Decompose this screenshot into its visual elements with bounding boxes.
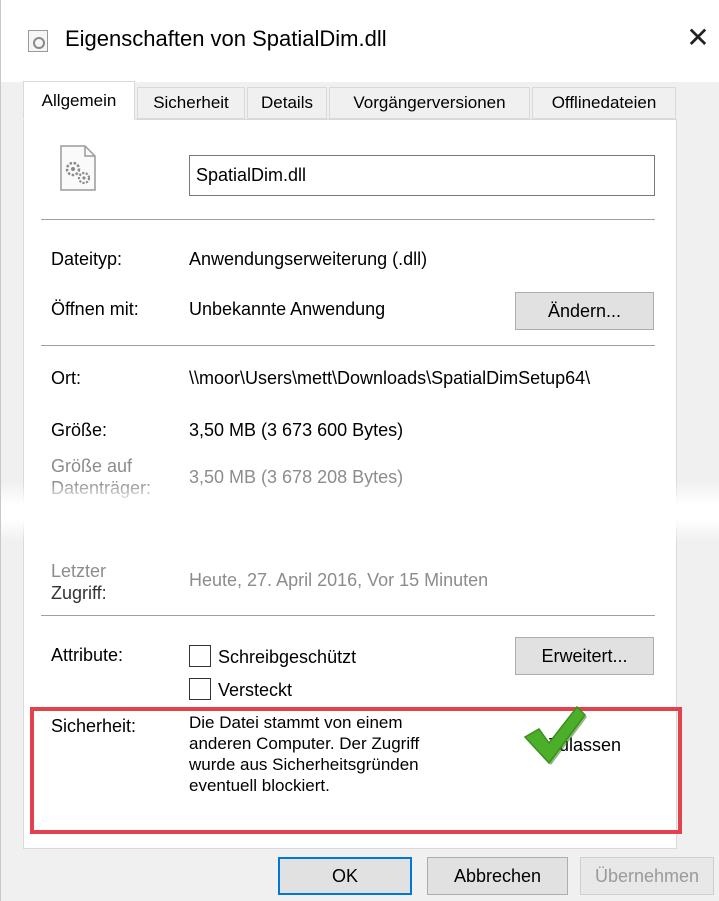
title-bar: Eigenschaften von SpatialDim.dll ✕ <box>1 0 719 82</box>
close-button[interactable]: ✕ <box>683 22 713 54</box>
readonly-label[interactable]: Schreibgeschützt <box>218 647 356 668</box>
accessed-label: Letzter Zugriff: <box>51 561 107 603</box>
ok-button[interactable]: OK <box>278 857 412 895</box>
hidden-checkbox[interactable] <box>189 678 211 700</box>
dll-file-icon <box>60 145 96 191</box>
tab-vorgaengerversionen[interactable]: Vorgängerversionen <box>329 87 530 119</box>
torn-gap <box>1 482 719 542</box>
tab-sicherheit[interactable]: Sicherheit <box>137 87 245 119</box>
filetype-value: Anwendungserweiterung (.dll) <box>189 249 428 269</box>
filename-field[interactable]: SpatialDim.dll <box>189 155 655 196</box>
tab-details[interactable]: Details <box>247 87 327 119</box>
openwith-value: Unbekannte Anwendung <box>189 299 386 319</box>
cancel-button[interactable]: Abbrechen <box>427 857 568 895</box>
hidden-label[interactable]: Versteckt <box>218 680 292 701</box>
security-message: Die Datei stammt von einem anderen Compu… <box>189 713 420 795</box>
readonly-checkbox[interactable] <box>189 645 211 667</box>
properties-dialog: Eigenschaften von SpatialDim.dll ✕ Allge… <box>0 0 719 901</box>
change-button[interactable]: Ändern... <box>515 292 654 330</box>
location-label: Ort: <box>51 368 81 388</box>
filetype-label: Dateityp: <box>51 249 123 269</box>
tab-offlinedateien[interactable]: Offlinedateien <box>532 87 676 119</box>
location-value: \\moor\Users\mett\Downloads\SpatialDimSe… <box>189 368 591 388</box>
tab-allgemein[interactable]: Allgemein <box>23 81 135 120</box>
divider <box>41 615 655 616</box>
size-value: 3,50 MB (3 673 600 Bytes) <box>189 420 404 440</box>
attributes-label: Attribute: <box>51 645 124 665</box>
apply-button[interactable]: Übernehmen <box>580 857 714 895</box>
advanced-button[interactable]: Erweitert... <box>515 637 654 675</box>
security-label: Sicherheit: <box>51 716 137 736</box>
size-label: Größe: <box>51 420 108 440</box>
divider <box>41 219 655 220</box>
divider <box>41 345 655 346</box>
accessed-value: Heute, 27. April 2016, Vor 15 Minuten <box>189 570 489 590</box>
checkmark-icon <box>523 705 587 765</box>
openwith-label: Öffnen mit: <box>51 299 139 319</box>
dll-file-icon <box>28 30 48 52</box>
window-title: Eigenschaften von SpatialDim.dll <box>65 26 387 51</box>
close-icon: ✕ <box>686 22 710 53</box>
